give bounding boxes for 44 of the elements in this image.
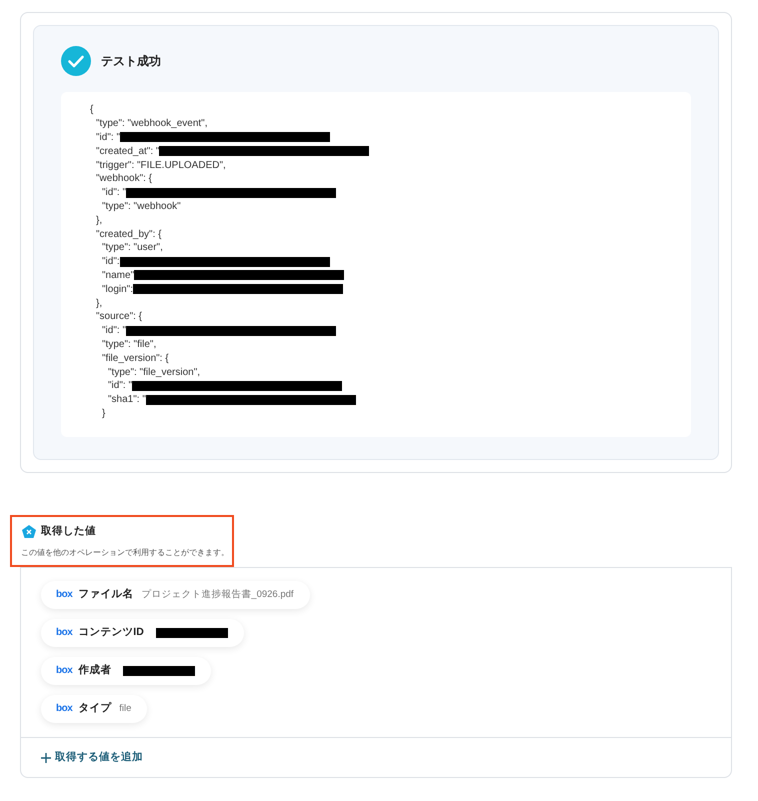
value-label: タイプ	[78, 701, 112, 716]
value-text: プロジェクト進捗報告書_0926.pdf	[141, 588, 294, 602]
code-line: },	[96, 296, 102, 311]
code-line: },	[96, 214, 102, 228]
success-title: テスト成功	[101, 53, 161, 70]
value-chip[interactable]: box ファイル名 プロジェクト進捗報告書_0926.pdf	[41, 581, 310, 609]
service-logo: box	[56, 704, 72, 714]
code-line: "trigger": "FILE.UPLOADED",	[96, 158, 226, 173]
code-line: "created_at": "	[96, 144, 160, 159]
code-line: "type": "webhook"	[102, 200, 181, 214]
value-label: コンテンツID	[78, 625, 144, 640]
code-line: "file_version": {	[102, 352, 169, 366]
code-line: "type": "webhook_event",	[96, 117, 208, 132]
service-logo: box	[56, 666, 72, 676]
section-description: この値を他のオペレーションで利用することができます。	[21, 546, 230, 559]
section-title: 取得した値	[41, 524, 96, 539]
code-line: "type": "file",	[102, 338, 156, 352]
code-line: "id": "	[108, 379, 132, 394]
check-circle-icon	[61, 46, 91, 76]
code-line: "id":	[102, 255, 120, 270]
code-line: "webhook": {	[96, 172, 152, 186]
code-line: "name"	[102, 268, 134, 283]
code-line: "id": "	[102, 324, 126, 338]
code-line: "created_by": {	[96, 228, 162, 242]
code-line: "type": "file_version",	[108, 366, 200, 380]
code-line: {	[90, 103, 94, 118]
code-line: "id": "	[96, 131, 120, 145]
variable-badge-icon	[22, 525, 36, 538]
code-line: }	[102, 406, 106, 421]
value-chip[interactable]: box 作成者	[41, 657, 212, 685]
code-line: "id": "	[102, 186, 126, 200]
value-text: file	[119, 702, 132, 716]
value-chip[interactable]: box コンテンツID	[41, 619, 244, 647]
service-logo: box	[56, 628, 72, 638]
code-line: "login":	[102, 282, 134, 297]
value-chip[interactable]: box タイプ file	[41, 695, 148, 723]
code-line: "source": {	[96, 310, 142, 324]
code-line: "type": "user",	[102, 241, 163, 256]
value-label: ファイル名	[78, 587, 134, 602]
service-logo: box	[56, 590, 72, 600]
add-value-button[interactable]: 取得する値を追加	[41, 750, 143, 766]
value-label: 作成者	[78, 663, 112, 678]
code-line: "sha1": "	[108, 393, 146, 408]
plus-icon	[41, 752, 51, 762]
